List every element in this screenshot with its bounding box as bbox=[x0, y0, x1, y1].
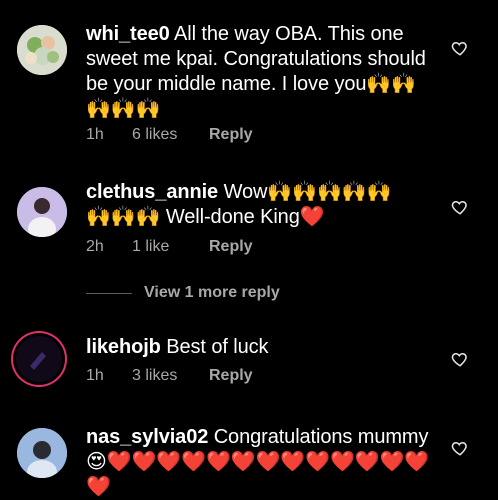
comment-text-block: likehojb Best of luck bbox=[86, 335, 426, 360]
avatar-food-image bbox=[17, 25, 67, 75]
comment-time: 1h bbox=[86, 367, 104, 384]
avatar-story-ring[interactable] bbox=[16, 336, 62, 382]
comment-likes[interactable]: 3 likes bbox=[132, 367, 209, 385]
reply-button[interactable]: Reply bbox=[209, 126, 253, 144]
comment-text-block: whi_tee0 All the way OBA. This one sweet… bbox=[86, 22, 426, 122]
comment-text: Best of luck bbox=[166, 336, 269, 358]
comment-text-block: nas_sylvia02 Congratulations mummy 😍❤️❤️… bbox=[86, 425, 431, 500]
avatar[interactable] bbox=[17, 25, 67, 75]
like-heart-icon[interactable] bbox=[451, 350, 469, 368]
comment-time: 1h bbox=[86, 126, 104, 143]
avatar[interactable] bbox=[17, 187, 67, 237]
reply-button[interactable]: Reply bbox=[209, 238, 253, 256]
avatar-person-image bbox=[17, 187, 67, 237]
comment-meta: 1h 3 likes Reply bbox=[86, 367, 253, 385]
view-more-replies[interactable]: View 1 more reply bbox=[86, 284, 280, 302]
comment-username[interactable]: clethus_annie bbox=[86, 181, 218, 203]
comment-likes[interactable]: 6 likes bbox=[132, 126, 209, 144]
comment-username[interactable]: whi_tee0 bbox=[86, 23, 170, 45]
comment-text-block: clethus_annie Wow🙌🙌🙌🙌🙌🙌🙌🙌 Well-done King… bbox=[86, 180, 416, 230]
like-heart-icon[interactable] bbox=[451, 439, 469, 457]
comment-meta: 2h 1 like Reply bbox=[86, 238, 253, 256]
reply-button[interactable]: Reply bbox=[209, 367, 253, 385]
comment-username[interactable]: likehojb bbox=[86, 336, 161, 358]
like-heart-icon[interactable] bbox=[451, 39, 469, 57]
comment-username[interactable]: nas_sylvia02 bbox=[86, 426, 208, 448]
comment-likes[interactable]: 1 like bbox=[132, 238, 209, 256]
view-more-replies-label[interactable]: View 1 more reply bbox=[144, 284, 280, 302]
like-heart-icon[interactable] bbox=[451, 198, 469, 216]
comment-time: 2h bbox=[86, 238, 104, 255]
comment-meta: 1h 6 likes Reply bbox=[86, 126, 253, 144]
avatar-person-image bbox=[17, 428, 67, 478]
avatar-dark-image bbox=[16, 336, 62, 382]
divider-line bbox=[86, 292, 132, 294]
avatar[interactable] bbox=[17, 428, 67, 478]
